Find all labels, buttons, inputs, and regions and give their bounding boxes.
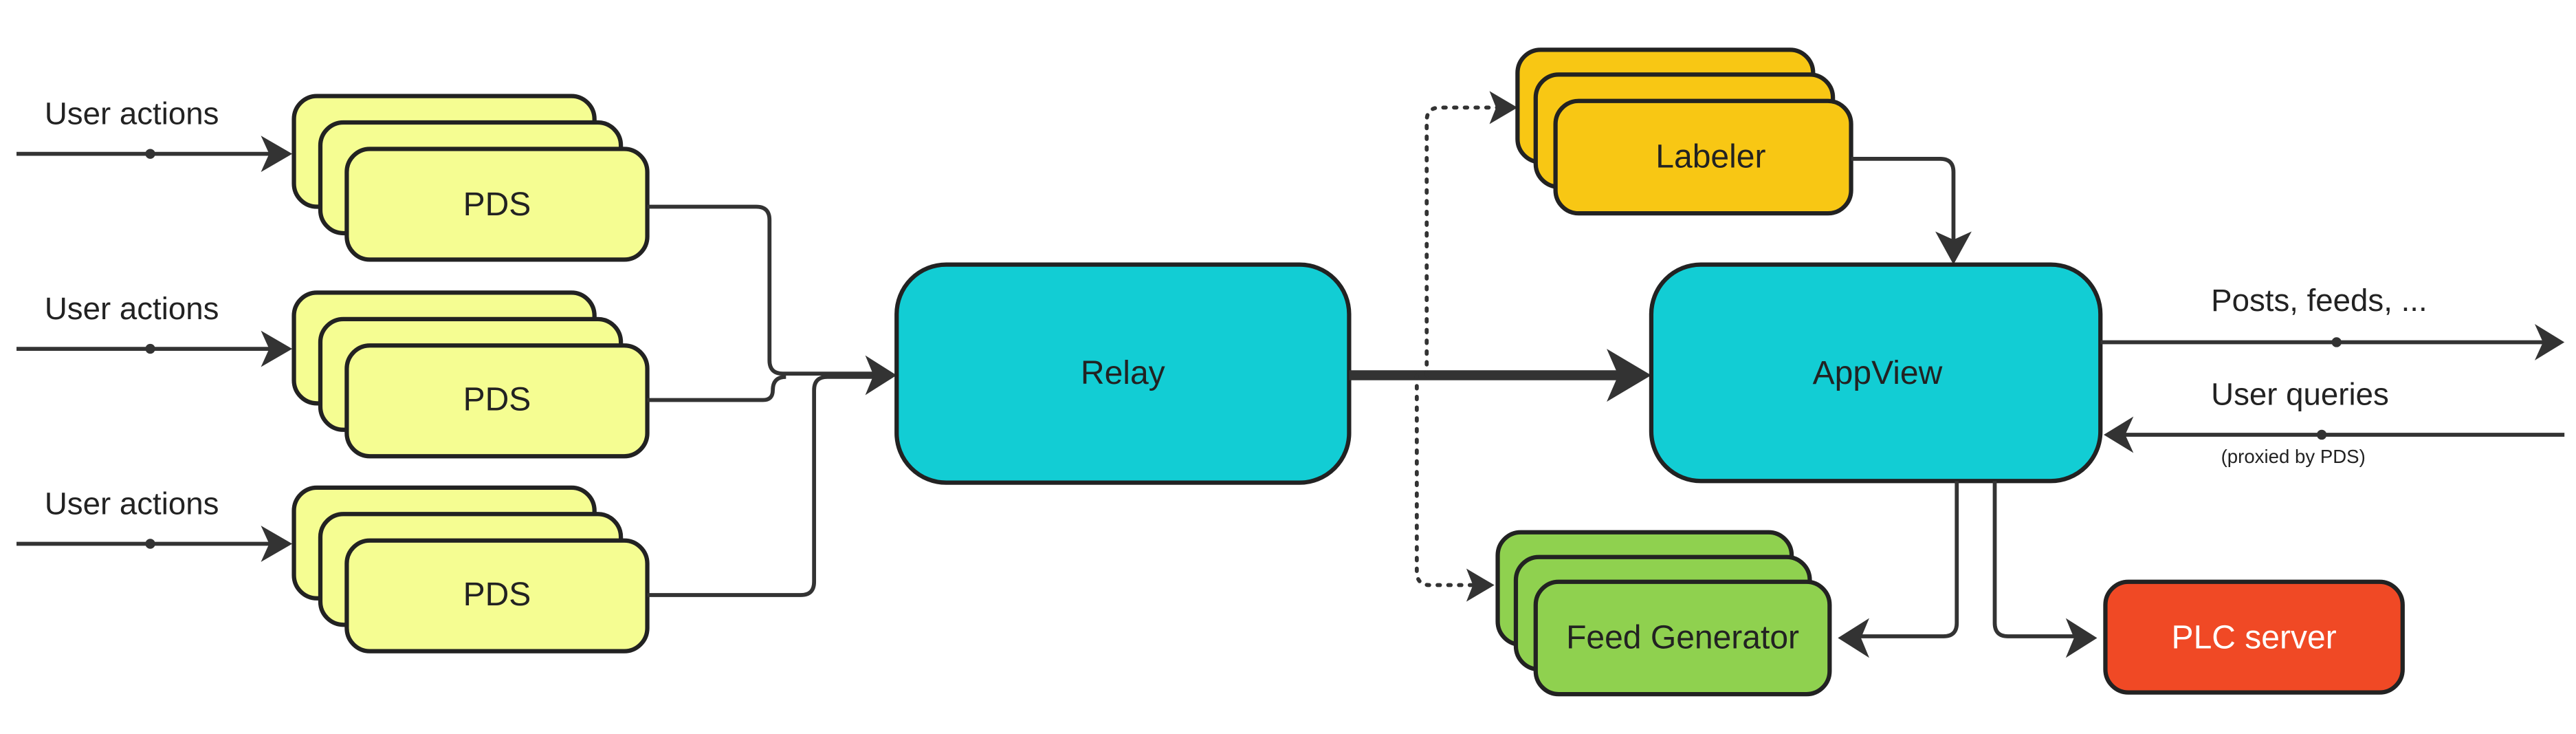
plc-server-node[interactable]: PLC server [2103, 579, 2405, 695]
posts-feeds-label: Posts, feeds, ... [2211, 283, 2427, 318]
user-actions-edge-2: User actions [16, 291, 293, 367]
labeler-to-appview-edge [1851, 156, 1972, 265]
pds-label: PDS [463, 382, 531, 418]
user-actions-edge-1: User actions [16, 96, 293, 173]
arrow-head-icon [1489, 91, 1518, 125]
user-actions-label: User actions [45, 486, 219, 521]
feed-generator-label: Feed Generator [1566, 620, 1799, 656]
architecture-diagram: User actions User actions User actions P… [16, 47, 2565, 697]
user-queries-edge: User queries (proxied by PDS) [2104, 377, 2565, 467]
relay-to-appview-edge [1349, 349, 1651, 402]
appview-node[interactable]: AppView [1649, 262, 2103, 484]
user-actions-edge-3: User actions [16, 486, 293, 562]
appview-label: AppView [1813, 355, 1943, 391]
user-actions-label: User actions [45, 291, 219, 326]
appview-to-feedgen-edge [1838, 481, 1959, 658]
pds-label: PDS [463, 576, 531, 613]
plc-server-label: PLC server [2172, 620, 2337, 656]
proxied-note: (proxied by PDS) [2221, 446, 2366, 467]
relay-node[interactable]: Relay [894, 262, 1352, 485]
labeler-label: Labeler [1655, 139, 1765, 175]
relay-label: Relay [1081, 355, 1165, 391]
pds-stack-2[interactable]: PDS [291, 290, 650, 459]
relay-firehose-dotted-edges [1414, 91, 1518, 602]
labeler-stack[interactable]: Labeler [1515, 47, 1853, 216]
appview-to-plc-edge [1992, 481, 2098, 658]
pds-label: PDS [463, 186, 531, 223]
posts-feeds-edge: Posts, feeds, ... [2100, 283, 2565, 360]
pds-stack-1[interactable]: PDS [291, 94, 650, 262]
user-queries-label: User queries [2211, 377, 2389, 412]
user-actions-label: User actions [45, 96, 219, 131]
pds-stack-3[interactable]: PDS [291, 485, 650, 654]
feed-generator-stack[interactable]: Feed Generator [1495, 530, 1832, 697]
pds-to-relay-edges [647, 204, 897, 597]
